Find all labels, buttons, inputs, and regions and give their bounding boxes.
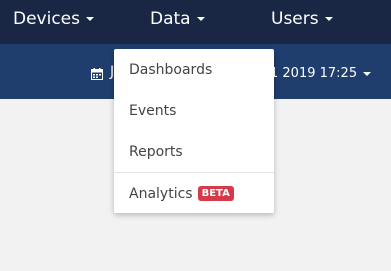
date-range-end-label: 1 2019 17:25 (270, 66, 358, 81)
menu-item-events-label: Events (129, 103, 177, 119)
nav-data[interactable]: Data (150, 0, 205, 40)
data-dropdown-menu: Dashboards Events Reports Analytics BETA (114, 49, 274, 213)
menu-item-events[interactable]: Events (114, 93, 274, 129)
top-navbar: Devices Data Users (0, 0, 391, 44)
caret-down-icon (324, 17, 333, 21)
menu-item-analytics-label: Analytics (129, 186, 193, 202)
beta-badge: BETA (197, 185, 234, 201)
caret-down-icon (86, 17, 94, 21)
menu-divider (114, 172, 274, 173)
caret-down-icon (363, 71, 372, 76)
menu-item-dashboards[interactable]: Dashboards (114, 52, 274, 88)
menu-item-analytics[interactable]: Analytics BETA (114, 176, 274, 212)
nav-users[interactable]: Users (271, 0, 333, 40)
caret-down-icon (196, 17, 205, 21)
menu-item-dashboards-label: Dashboards (129, 62, 213, 78)
date-range-dropdown[interactable]: 1 2019 17:25 (270, 66, 372, 81)
nav-devices-label: Devices (13, 9, 80, 29)
nav-data-label: Data (150, 9, 191, 29)
menu-item-reports[interactable]: Reports (114, 134, 274, 170)
menu-item-reports-label: Reports (129, 144, 183, 160)
calendar-icon (91, 68, 103, 80)
nav-devices[interactable]: Devices (13, 0, 94, 40)
nav-users-label: Users (271, 9, 319, 29)
page: Devices Data Users J 1 2019 17:25 Dashbo… (0, 0, 391, 271)
